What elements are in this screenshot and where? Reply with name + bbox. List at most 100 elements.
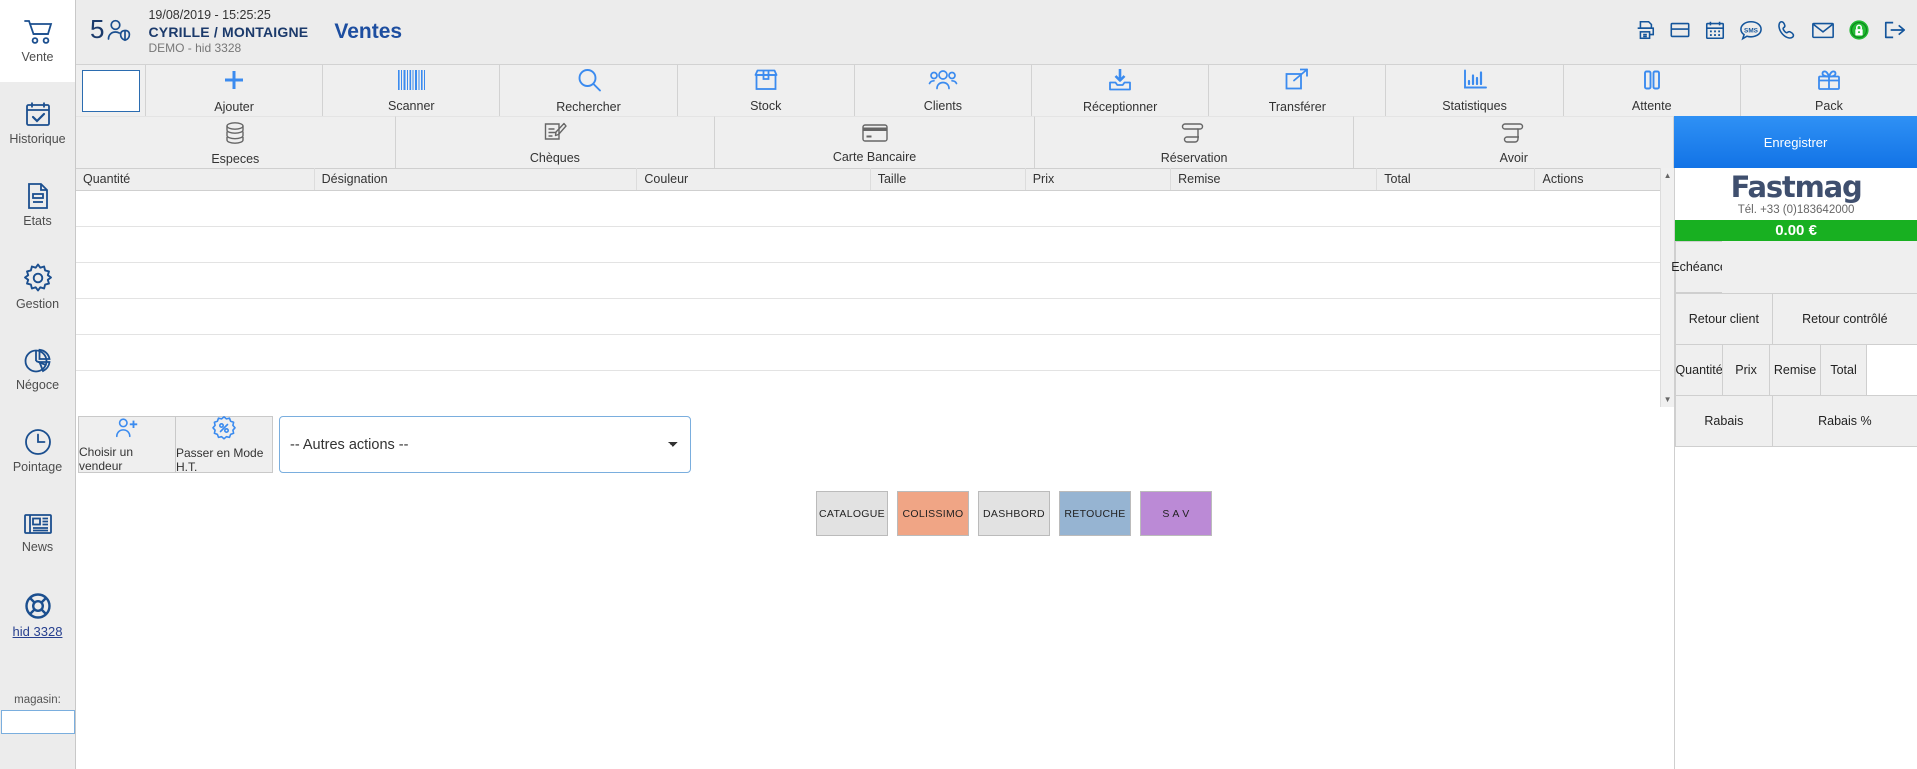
payment-carte-bancaire[interactable]: Carte Bancaire — [715, 116, 1035, 168]
lifebuoy-icon — [24, 592, 52, 620]
tag-colissimo[interactable]: COLISSIMO — [897, 491, 969, 536]
phone-icon[interactable] — [1776, 19, 1798, 46]
external-link-icon — [1284, 67, 1310, 98]
column-header-actions[interactable]: Actions — [1535, 169, 1674, 191]
scan-field-cell — [76, 65, 146, 116]
total-amount-bar: 0.00 € — [1675, 220, 1917, 241]
sidebar-item-label: Vente — [22, 51, 54, 64]
logout-icon[interactable] — [1883, 19, 1907, 46]
gear-icon — [23, 263, 53, 293]
mail-icon[interactable] — [1811, 19, 1835, 46]
column-header-prix[interactable]: Prix — [1025, 169, 1170, 191]
retour-controle-label: Retour contrôlé — [1802, 312, 1887, 326]
sale-bottom-controls: Choisir un vendeur Passer en Mode H.T. — [78, 416, 691, 473]
cheque-pen-icon — [542, 121, 568, 150]
sidebar-item-news[interactable]: News — [0, 492, 75, 574]
choose-seller-label: Choisir un vendeur — [79, 445, 175, 473]
payment-especes[interactable]: Especes — [76, 116, 396, 168]
sidebar-item-etats[interactable]: Etats — [0, 164, 75, 246]
table-row[interactable] — [76, 371, 1674, 407]
tag-sav[interactable]: S A V — [1140, 491, 1212, 536]
calendar-icon[interactable] — [1704, 19, 1726, 46]
toolbar-item-transferer[interactable]: Transférer — [1209, 65, 1386, 116]
table-row[interactable] — [76, 335, 1674, 371]
prix-button[interactable]: Prix — [1722, 344, 1770, 396]
table-row[interactable] — [76, 299, 1674, 335]
credit-card-icon — [861, 122, 889, 149]
rabais-button[interactable]: Rabais — [1675, 395, 1773, 447]
echeance-button[interactable]: Echéance — [1675, 241, 1723, 293]
sidebar-item-pointage[interactable]: Pointage — [0, 410, 75, 492]
remise-button[interactable]: Remise — [1769, 344, 1821, 396]
toolbar-item-pack[interactable]: Pack — [1741, 65, 1917, 116]
sms-icon[interactable]: SMS — [1739, 19, 1763, 46]
toolbar-item-stock[interactable]: Stock — [678, 65, 855, 116]
sidebar-item-gestion[interactable]: Gestion — [0, 246, 75, 328]
sidebar-item-negoce[interactable]: Négoce — [0, 328, 75, 410]
save-button-cell: Enregistrer — [1674, 116, 1917, 168]
toolbar-item-attente[interactable]: Attente — [1564, 65, 1741, 116]
tag-retouche[interactable]: RETOUCHE — [1059, 491, 1131, 536]
autres-actions-select[interactable]: -- Autres actions -- — [279, 416, 691, 473]
barcode-scan-input[interactable] — [82, 70, 140, 112]
toolbar-item-clients[interactable]: Clients — [855, 65, 1032, 116]
table-row[interactable] — [76, 227, 1674, 263]
save-button[interactable]: Enregistrer — [1674, 116, 1917, 168]
user-summary: 5 — [90, 16, 132, 49]
card-terminal-icon[interactable] — [1669, 19, 1691, 46]
table-row[interactable] — [76, 191, 1674, 227]
lock-icon[interactable] — [1848, 19, 1870, 46]
toolbar-item-rechercher[interactable]: Rechercher — [500, 65, 677, 116]
retour-controle-button[interactable]: Retour contrôlé — [1772, 293, 1917, 345]
table-row[interactable] — [76, 263, 1674, 299]
barcode-icon — [396, 68, 426, 97]
search-icon — [576, 67, 602, 98]
payment-avoir[interactable]: Avoir — [1354, 116, 1674, 168]
grid-scrollbar[interactable]: ▲ ▼ — [1660, 168, 1674, 407]
cart-icon — [23, 18, 53, 46]
toolbar-item-receptionner[interactable]: Réceptionner — [1032, 65, 1209, 116]
percent-badge-icon — [211, 415, 237, 444]
payment-cheques[interactable]: Chèques — [396, 116, 716, 168]
clock-icon — [24, 428, 52, 456]
payment-reservation[interactable]: Réservation — [1035, 116, 1355, 168]
column-header-taille[interactable]: Taille — [870, 169, 1025, 191]
brand-phone: Tél. +33 (0)183642000 — [1738, 204, 1855, 216]
tag-dashbord[interactable]: DASHBORD — [978, 491, 1050, 536]
scroll-up-arrow[interactable]: ▲ — [1661, 168, 1674, 182]
sidebar-item-vente[interactable]: Vente — [0, 0, 75, 82]
sale-lines-area: Quantité Désignation Couleur Taille Prix… — [76, 168, 1674, 769]
retour-client-button[interactable]: Retour client — [1675, 293, 1773, 345]
sidebar-item-label: Pointage — [13, 461, 62, 474]
rabais-pct-button[interactable]: Rabais % — [1772, 395, 1917, 447]
toolbar-item-statistiques[interactable]: Statistiques — [1386, 65, 1563, 116]
brand-block: Fastmag Tél. +33 (0)183642000 — [1675, 168, 1917, 220]
toolbar-item-label: Stock — [750, 99, 781, 113]
payment-label: Chèques — [530, 151, 580, 165]
column-header-designation[interactable]: Désignation — [314, 169, 637, 191]
sidebar-item-label: News — [22, 541, 53, 554]
toolbar-item-label: Rechercher — [556, 100, 621, 114]
column-header-remise[interactable]: Remise — [1171, 169, 1377, 191]
sidebar-item-historique[interactable]: Historique — [0, 82, 75, 164]
toolbar-item-ajouter[interactable]: Ajouter — [146, 65, 323, 116]
choose-seller-button[interactable]: Choisir un vendeur — [78, 416, 176, 473]
magasin-label: magasin: — [14, 694, 61, 706]
tag-catalogue[interactable]: CATALOGUE — [816, 491, 888, 536]
rabais-row: Rabais Rabais % — [1675, 395, 1917, 446]
user-plus-icon — [114, 416, 140, 443]
mode-ht-button[interactable]: Passer en Mode H.T. — [175, 416, 273, 473]
toolbar-item-scanner[interactable]: Scanner — [323, 65, 500, 116]
sidebar-item-support[interactable]: hid 3328 — [0, 574, 75, 656]
total-button[interactable]: Total — [1820, 344, 1867, 396]
magasin-input[interactable] — [1, 710, 75, 734]
column-header-total[interactable]: Total — [1377, 169, 1535, 191]
printer-icon[interactable] — [1634, 19, 1656, 46]
scroll-down-arrow[interactable]: ▼ — [1661, 393, 1674, 407]
column-header-couleur[interactable]: Couleur — [637, 169, 870, 191]
total-label: Total — [1830, 363, 1856, 377]
toolbar-item-label: Attente — [1632, 99, 1672, 113]
quantite-button[interactable]: Quantité — [1675, 344, 1723, 396]
echeance-row: Echéance — [1675, 241, 1917, 293]
column-header-quantite[interactable]: Quantité — [76, 169, 314, 191]
